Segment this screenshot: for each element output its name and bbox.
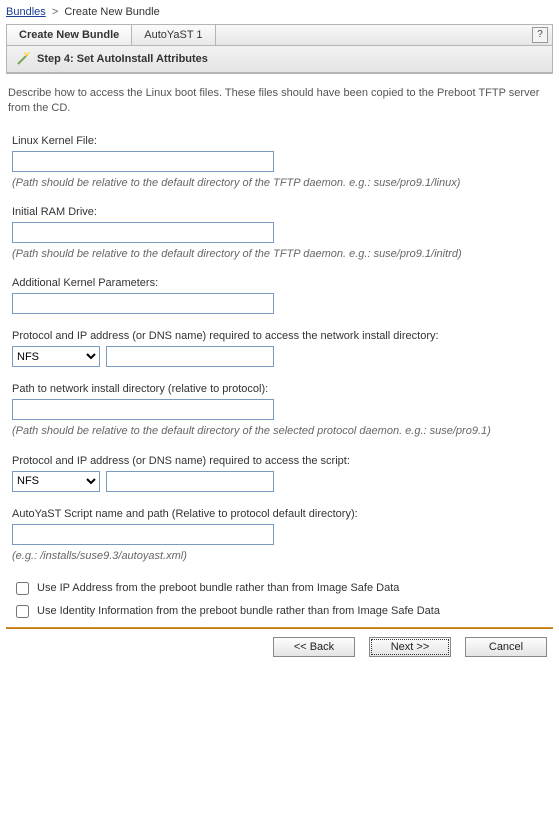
input-kernel[interactable] [12,151,274,172]
step-description: Describe how to access the Linux boot fi… [8,86,551,117]
tab-strip: Create New Bundle AutoYaST 1 ? [7,25,552,46]
hint-ram: (Path should be relative to the default … [12,247,551,261]
cancel-button[interactable]: Cancel [465,637,547,657]
field-script-name: AutoYaST Script name and path (Relative … [12,508,551,563]
input-params[interactable] [12,293,274,314]
label-identity-from-bundle: Use Identity Information from the preboo… [37,605,440,617]
hint-script-name: (e.g.: /installs/suse9.3/autoyast.xml) [12,549,551,563]
hint-kernel: (Path should be relative to the default … [12,176,551,190]
field-ram: Initial RAM Drive: (Path should be relat… [12,206,551,261]
label-ram: Initial RAM Drive: [12,206,551,218]
label-params: Additional Kernel Parameters: [12,277,551,289]
input-ram[interactable] [12,222,274,243]
step-bar: Step 4: Set AutoInstall Attributes [7,46,552,73]
help-icon[interactable]: ? [532,27,548,43]
select-netinstall-protocol[interactable]: NFS [12,346,100,367]
step-title: Step 4: Set AutoInstall Attributes [37,53,208,65]
input-script-address[interactable] [106,471,274,492]
wizard-buttons: << Back Next >> Cancel [6,637,553,663]
breadcrumb: Bundles > Create New Bundle [6,6,553,18]
next-button[interactable]: Next >> [369,637,451,657]
field-netpath: Path to network install directory (relat… [12,383,551,438]
field-netinstall: Protocol and IP address (or DNS name) re… [12,330,551,367]
field-script-access: Protocol and IP address (or DNS name) re… [12,455,551,492]
breadcrumb-current: Create New Bundle [64,6,159,18]
hint-netpath: (Path should be relative to the default … [12,424,551,438]
field-params: Additional Kernel Parameters: [12,277,551,314]
label-script-access: Protocol and IP address (or DNS name) re… [12,455,551,467]
label-script-name: AutoYaST Script name and path (Relative … [12,508,551,520]
input-script-name[interactable] [12,524,274,545]
tab-create-new-bundle[interactable]: Create New Bundle [7,25,132,45]
breadcrumb-separator: > [52,6,58,18]
input-netpath[interactable] [12,399,274,420]
footer-divider [6,627,553,629]
checkbox-group: Use IP Address from the preboot bundle r… [12,579,551,621]
select-script-protocol[interactable]: NFS [12,471,100,492]
field-kernel: Linux Kernel File: (Path should be relat… [12,135,551,190]
wand-icon [15,51,31,67]
back-button[interactable]: << Back [273,637,355,657]
checkbox-ip-from-bundle[interactable] [16,582,29,595]
label-kernel: Linux Kernel File: [12,135,551,147]
tab-autoyast[interactable]: AutoYaST 1 [132,25,215,45]
wizard-panel: Create New Bundle AutoYaST 1 ? Step 4: S… [6,24,553,74]
label-ip-from-bundle: Use IP Address from the preboot bundle r… [37,582,399,594]
label-netinstall: Protocol and IP address (or DNS name) re… [12,330,551,342]
checkbox-identity-from-bundle[interactable] [16,605,29,618]
breadcrumb-root-link[interactable]: Bundles [6,6,46,18]
label-netpath: Path to network install directory (relat… [12,383,551,395]
input-netinstall-address[interactable] [106,346,274,367]
